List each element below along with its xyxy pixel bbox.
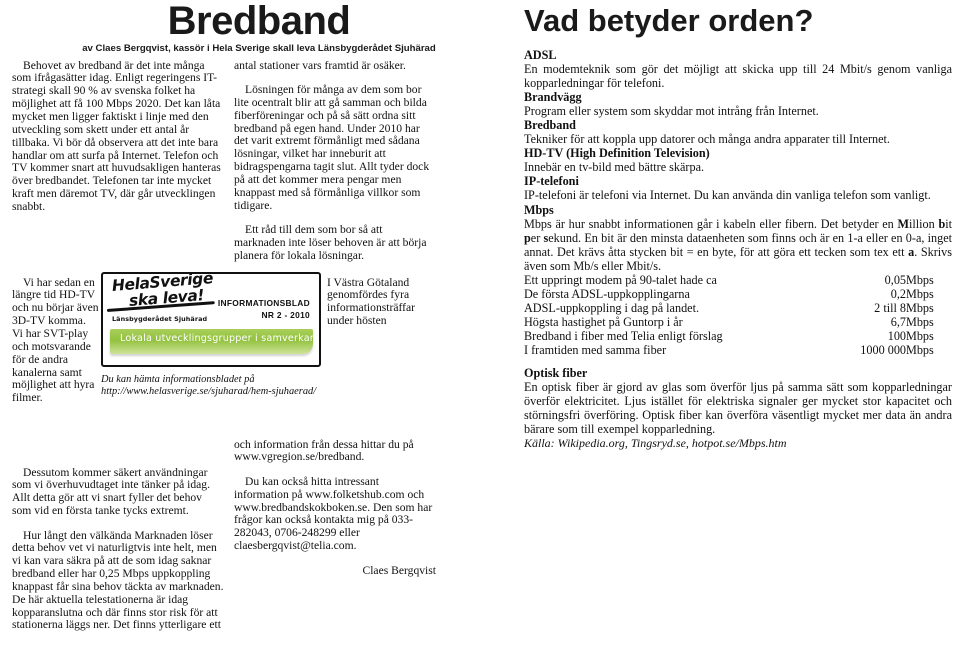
caption-line-one: Du kan hämta informationsbladet på — [101, 374, 255, 385]
source-line: Källa: Wikipedia.org, Tingsryd.se, hotpo… — [524, 435, 787, 450]
speed-unit: Mbps — [906, 343, 934, 358]
page-title: Bredband — [167, 0, 351, 43]
speed-value: 100 — [887, 329, 906, 344]
glossary-term: Optisk fiber — [524, 365, 588, 380]
banner-text: Lokala utvecklingsgrupper i samverkan i … — [120, 333, 319, 344]
table-row: ADSL-uppkoppling i dag på landet. 2 till… — [524, 301, 952, 315]
glossary-column: ADSL En modemteknik som gör det möjligt … — [524, 48, 952, 451]
paragraph: Ett råd till dem som bor så att marknade… — [234, 223, 427, 262]
mbps-def-b: En bit är den minsta dataenheten som fin… — [524, 230, 953, 259]
paragraph: och information från dessa hittar du på … — [234, 437, 414, 464]
caption-url[interactable]: http://www.helasverige.se/sjuharad/hem-s… — [101, 386, 331, 398]
left-article-header: Bredband av Claes Bergqvist, kassör i He… — [0, 0, 518, 54]
table-row: Högsta hastighet på Guntorp i år 6,7 Mbp… — [524, 315, 952, 329]
speed-value: 0,05 — [884, 272, 906, 287]
issue-info: INFORMATIONSBLAD NR 2 - 2010 — [218, 298, 310, 321]
speed-value: 1000 000 — [860, 343, 906, 358]
glossary-term: ADSL — [524, 48, 557, 62]
newsletter-page: Bredband av Claes Bergqvist, kassör i He… — [0, 0, 960, 660]
paragraph: Hur långt den välkända Marknaden löser d… — [12, 528, 224, 632]
speed-unit: Mbps — [906, 287, 934, 302]
logo-subtitle: Länsbygderådet Sjuhärad — [112, 315, 208, 323]
column-two-bottom: och information från dessa hittar du på … — [234, 427, 436, 589]
speed-value: 2 till 8 — [874, 301, 906, 316]
glossary-entry: ADSL En modemteknik som gör det möjligt … — [524, 48, 952, 90]
paragraph: Du kan också hitta intressant informatio… — [234, 474, 433, 553]
glossary-definition: Tekniker för att koppla upp datorer och … — [524, 132, 890, 147]
author-signature: Claes Bergqvist — [362, 563, 436, 577]
mbps-bold-m: M — [897, 216, 909, 231]
glossary-title: Vad betyder orden? — [524, 3, 814, 38]
column-two-top: antal stationer vars framtid är osäker. … — [234, 48, 436, 274]
table-row: Ett uppringt modem på 90-talet hade ca 0… — [524, 273, 952, 287]
glossary-entry: Brandvägg Program eller system som skydd… — [524, 90, 952, 118]
glossary-term: IP-telefoni — [524, 174, 579, 189]
paragraph: Behovet av bredband är det inte många so… — [12, 58, 221, 213]
speed-unit: Mbps — [906, 272, 934, 287]
glossary-entry-mbps: Mbps Mbps är hur snabbt informationen gå… — [524, 203, 952, 273]
column-one-wrap: Vi har sedan en längre tid HD-TV och nu … — [12, 265, 99, 417]
table-row: De första ADSL-uppkopplingarna 0,2 Mbps — [524, 287, 952, 301]
mbps-rest-m: illion — [909, 216, 939, 231]
paragraph: Dessutom kommer säkert användningar som … — [12, 465, 211, 518]
glossary-definition: IP-telefoni är telefoni via Internet. Du… — [524, 188, 931, 203]
issue-label: INFORMATIONSBLAD — [217, 298, 310, 308]
speed-unit: Mbps — [906, 329, 934, 344]
paragraph: Lösningen för många av dem som bor lite … — [234, 83, 430, 212]
glossary-entry: HD-TV (High Definition Television) Inneb… — [524, 146, 952, 174]
right-section-header: Vad betyder orden? — [520, 0, 960, 46]
glossary-term: Mbps — [524, 202, 554, 217]
column-one-top: Behovet av bredband är det inte många so… — [12, 48, 224, 225]
glossary-term: HD-TV (High Definition Television) — [524, 146, 710, 161]
mbps-rest-p: er — [530, 230, 544, 245]
column-two-wrap: I Västra Götaland genomfördes fyra infor… — [327, 265, 436, 340]
speed-unit: Mbps — [906, 301, 934, 316]
green-banner: Lokala utvecklingsgrupper i samverkan i … — [110, 329, 319, 354]
mbps-rest-s: ekund. — [548, 230, 582, 245]
mbps-rest-b: it — [945, 216, 953, 231]
table-row: Bredband i fiber med Telia enligt försla… — [524, 329, 952, 343]
glossary-definition: Mbps är hur snabbt informationen går i k… — [524, 217, 952, 273]
speed-label: I framtiden med samma fiber — [524, 343, 667, 358]
speed-value: 0,2 — [890, 287, 906, 302]
speed-label: Högsta hastighet på Guntorp i år — [524, 315, 683, 330]
glossary-definition: En modemteknik som gör det möjligt att s… — [524, 62, 952, 91]
glossary-term: Brandvägg — [524, 90, 582, 105]
speed-value: 6,7 — [890, 315, 906, 330]
speed-unit: Mbps — [906, 315, 934, 330]
mbps-def-a: Mbps är hur snabbt informationen går i k… — [524, 216, 894, 231]
paragraph: antal stationer vars framtid är osäker. — [234, 58, 406, 72]
glossary-entry: Bredband Tekniker för att koppla upp dat… — [524, 118, 952, 146]
glossary-term: Bredband — [524, 118, 576, 133]
issue-number: NR 2 - 2010 — [261, 309, 310, 320]
speed-label: ADSL-uppkoppling i dag på landet. — [524, 301, 699, 316]
glossary-definition: Program eller system som skyddar mot int… — [524, 104, 819, 119]
speed-label: De första ADSL-uppkopplingarna — [524, 287, 690, 302]
speed-label: Ett uppringt modem på 90-talet hade ca — [524, 272, 717, 287]
glossary-definition: Innebär en tv-bild med bättre skärpa. — [524, 160, 705, 175]
glossary-entry: IP-telefoni IP-telefoni är telefoni via … — [524, 174, 952, 202]
table-row: I framtiden med samma fiber 1000 000 Mbp… — [524, 343, 952, 357]
information-sheet-logo-box: HelaSverige ska leva! Länsbygderådet Sju… — [101, 272, 321, 367]
speed-comparison-table: Ett uppringt modem på 90-talet hade ca 0… — [524, 273, 952, 358]
paragraph: Vi har sedan en längre tid HD-TV och nu … — [12, 275, 99, 405]
mbps-bold-p: p — [524, 230, 531, 245]
glossary-entry-optisk-fiber: Optisk fiber En optisk fiber är gjord av… — [524, 366, 952, 436]
glossary-definition: En optisk fiber är gjord av glas som öve… — [524, 379, 952, 436]
column-one-bottom: Dessutom kommer säkert användningar som … — [12, 455, 224, 644]
paragraph: I Västra Götaland genomfördes fyra infor… — [327, 275, 415, 328]
speed-label: Bredband i fiber med Telia enligt försla… — [524, 329, 723, 344]
logo-caption: Du kan hämta informationsbladet på http:… — [101, 374, 331, 399]
